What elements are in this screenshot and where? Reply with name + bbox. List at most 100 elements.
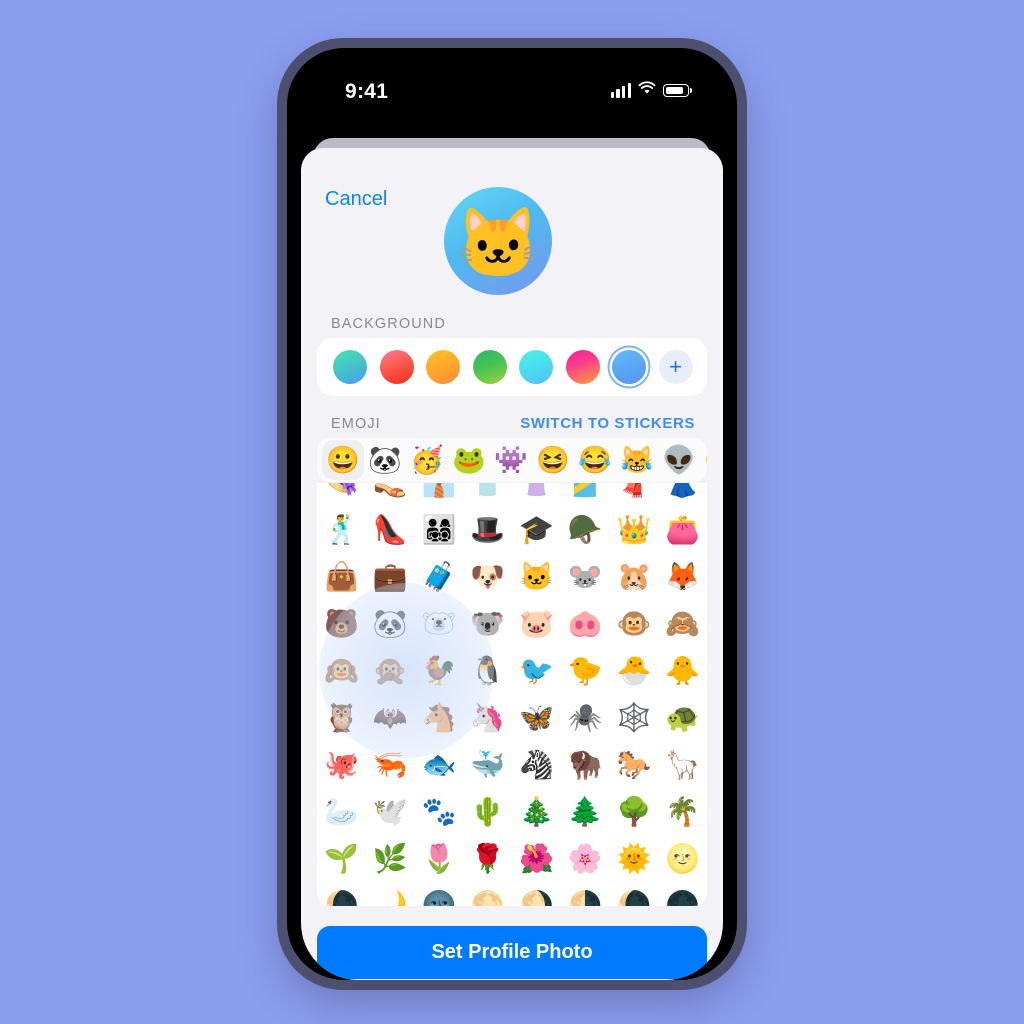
emoji-cell-new-moon-face[interactable]: 🌚 (415, 882, 464, 906)
emoji-cell-spider[interactable]: 🕷️ (561, 694, 610, 741)
emoji-cell-christmas-tree[interactable]: 🎄 (512, 788, 561, 835)
set-profile-photo-button[interactable]: Set Profile Photo (317, 926, 707, 979)
emoji-cell-whale[interactable]: 🐳 (463, 741, 512, 788)
emoji-recents-strip[interactable]: 😀🐼🥳🐸👾😆😂😹👽🙂 (317, 438, 707, 482)
emoji-cell-pig-nose[interactable]: 🐽 (561, 600, 610, 647)
emoji-strip-item-cat-memoji[interactable]: 😹 (616, 440, 658, 480)
emoji-cell-man-dancing[interactable]: 🕺 (317, 506, 366, 553)
emoji-cell-front-facing-chick[interactable]: 🐥 (658, 647, 707, 694)
emoji-cell-evergreen-tree[interactable]: 🌲 (561, 788, 610, 835)
emoji-cell-purple-hat[interactable]: 👒 (317, 483, 366, 506)
emoji-cell-crown[interactable]: 👑 (610, 506, 659, 553)
emoji-grid-scroll-area[interactable]: 👒👡👔👕👚🎽🧣👗 🕺👠👨‍👩‍👧‍👦🎩🎓🪖👑👛 👜💼🧳🐶🐱🐭🐹🦊 🐻🐼🐻‍❄️🐨🐷🐽🐵… (317, 483, 707, 906)
emoji-cell-dove[interactable]: 🕊️ (366, 788, 415, 835)
emoji-cell-rose[interactable]: 🌹 (463, 835, 512, 882)
emoji-cell-hatching-chick[interactable]: 🐣 (610, 647, 659, 694)
emoji-cell-new-moon[interactable]: 🌑 (658, 882, 707, 906)
emoji-cell-waning-crescent-moon[interactable]: 🌘 (317, 882, 366, 906)
emoji-cell-graduation-cap[interactable]: 🎓 (512, 506, 561, 553)
emoji-cell-spider-web[interactable]: 🕸️ (610, 694, 659, 741)
background-swatch-green-blue[interactable] (333, 350, 367, 384)
emoji-cell-bat[interactable]: 🦇 (366, 694, 415, 741)
cancel-button[interactable]: Cancel (325, 188, 387, 211)
emoji-cell-horse-face[interactable]: 🐴 (415, 694, 464, 741)
emoji-cell-briefcase[interactable]: 💼 (366, 553, 415, 600)
emoji-cell-seedling[interactable]: 🌱 (317, 835, 366, 882)
emoji-cell-turtle[interactable]: 🐢 (658, 694, 707, 741)
emoji-strip-item-laughing-face[interactable]: 😆 (532, 440, 574, 480)
emoji-cell-owl[interactable]: 🦉 (317, 694, 366, 741)
emoji-strip-item-grinning-face[interactable]: 😀 (322, 440, 364, 480)
emoji-cell-cactus[interactable]: 🌵 (463, 788, 512, 835)
emoji-cell-waning-gibbous-moon[interactable]: 🌖 (512, 882, 561, 906)
emoji-cell-panda-face[interactable]: 🐼 (366, 600, 415, 647)
emoji-strip-item-pink-monster-memoji[interactable]: 👾 (490, 440, 532, 480)
emoji-cell-bear-face[interactable]: 🐻 (317, 600, 366, 647)
emoji-strip-item-alien-memoji[interactable]: 👽 (658, 440, 700, 480)
background-swatch-magenta-orange[interactable] (565, 350, 600, 384)
background-swatch-blue[interactable] (612, 350, 646, 384)
emoji-cell-see-no-evil-monkey[interactable]: 🙈 (658, 600, 707, 647)
emoji-cell-baby-chick[interactable]: 🐤 (561, 647, 610, 694)
emoji-cell-cat-face[interactable]: 🐱 (512, 553, 561, 600)
emoji-cell-clutch-bag[interactable]: 👛 (658, 506, 707, 553)
emoji-cell-llama[interactable]: 🦙 (658, 741, 707, 788)
emoji-cell-scarf[interactable]: 🧣 (610, 483, 659, 506)
background-swatch-yellow-orange[interactable] (426, 350, 460, 384)
emoji-cell-purple-tshirt[interactable]: 👚 (512, 483, 561, 506)
emoji-strip-item-tears-of-joy[interactable]: 😂 (574, 440, 616, 480)
emoji-cell-unicorn[interactable]: 🦄 (463, 694, 512, 741)
emoji-cell-purple-shoes[interactable]: 👡 (366, 483, 415, 506)
emoji-cell-military-helmet[interactable]: 🪖 (561, 506, 610, 553)
emoji-cell-penguin[interactable]: 🐧 (463, 647, 512, 694)
emoji-cell-blue-shirt[interactable]: 👕 (463, 483, 512, 506)
switch-to-stickers-button[interactable]: SWITCH TO STICKERS (520, 415, 695, 432)
emoji-cell-hamster-face[interactable]: 🐹 (610, 553, 659, 600)
emoji-cell-hear-no-evil-monkey[interactable]: 🙉 (317, 647, 366, 694)
emoji-cell-mouse-face[interactable]: 🐭 (561, 553, 610, 600)
emoji-cell-fox-face[interactable]: 🦊 (658, 553, 707, 600)
emoji-cell-octopus[interactable]: 🐙 (317, 741, 366, 788)
emoji-cell-family[interactable]: 👨‍👩‍👧‍👦 (415, 506, 464, 553)
emoji-cell-cherry-blossom[interactable]: 🌸 (561, 835, 610, 882)
background-swatch-green-lime[interactable] (472, 350, 507, 384)
background-swatch-cyan-blue[interactable] (519, 350, 553, 384)
emoji-cell-palm-tree[interactable]: 🌴 (658, 788, 707, 835)
emoji-strip-item-party-memoji[interactable]: 🥳 (406, 440, 448, 480)
emoji-strip-item-frog-memoji[interactable]: 🐸 (448, 440, 490, 480)
emoji-cell-star-shirt[interactable]: 👔 (415, 483, 464, 506)
emoji-cell-handbag[interactable]: 👜 (317, 553, 366, 600)
emoji-cell-herb[interactable]: 🌿 (366, 835, 415, 882)
emoji-cell-swan[interactable]: 🦢 (317, 788, 366, 835)
emoji-cell-monkey-face[interactable]: 🐵 (610, 600, 659, 647)
emoji-cell-waning-crescent[interactable]: 🌘 (610, 882, 659, 906)
emoji-cell-paw-prints[interactable]: 🐾 (415, 788, 464, 835)
emoji-cell-crescent-moon[interactable]: 🌙 (366, 882, 415, 906)
emoji-cell-shrimp[interactable]: 🦐 (366, 741, 415, 788)
emoji-cell-racehorse[interactable]: 🐎 (610, 741, 659, 788)
emoji-cell-sun-with-face[interactable]: 🌞 (610, 835, 659, 882)
emoji-cell-koala[interactable]: 🐨 (463, 600, 512, 647)
emoji-cell-pig-face[interactable]: 🐷 (512, 600, 561, 647)
emoji-cell-rooster[interactable]: 🐓 (415, 647, 464, 694)
emoji-strip-item-partial-memoji[interactable]: 🙂 (700, 440, 707, 480)
emoji-cell-speak-no-evil-monkey[interactable]: 🙊 (366, 647, 415, 694)
emoji-cell-butterfly[interactable]: 🦋 (512, 694, 561, 741)
emoji-cell-full-moon-face[interactable]: 🌝 (658, 835, 707, 882)
emoji-cell-last-quarter-moon[interactable]: 🌗 (561, 882, 610, 906)
emoji-strip-item-panda-memoji[interactable]: 🐼 (364, 440, 406, 480)
emoji-cell-polar-bear[interactable]: 🐻‍❄️ (415, 600, 464, 647)
emoji-cell-dog-face[interactable]: 🐶 (463, 553, 512, 600)
emoji-cell-bison[interactable]: 🦬 (561, 741, 610, 788)
emoji-cell-blue-tshirt[interactable]: 🎽 (561, 483, 610, 506)
emoji-cell-tulip[interactable]: 🌷 (415, 835, 464, 882)
emoji-cell-deciduous-tree[interactable]: 🌳 (610, 788, 659, 835)
emoji-cell-luggage[interactable]: 🧳 (415, 553, 464, 600)
emoji-cell-top-hat[interactable]: 🎩 (463, 506, 512, 553)
background-swatch-pink-red[interactable] (379, 350, 414, 384)
emoji-cell-bird[interactable]: 🐦 (512, 647, 561, 694)
emoji-cell-full-moon[interactable]: 🌕 (463, 882, 512, 906)
avatar-preview[interactable]: 🐱 (444, 187, 552, 295)
add-background-button[interactable]: + (658, 350, 693, 384)
emoji-cell-zebra[interactable]: 🦓 (512, 741, 561, 788)
